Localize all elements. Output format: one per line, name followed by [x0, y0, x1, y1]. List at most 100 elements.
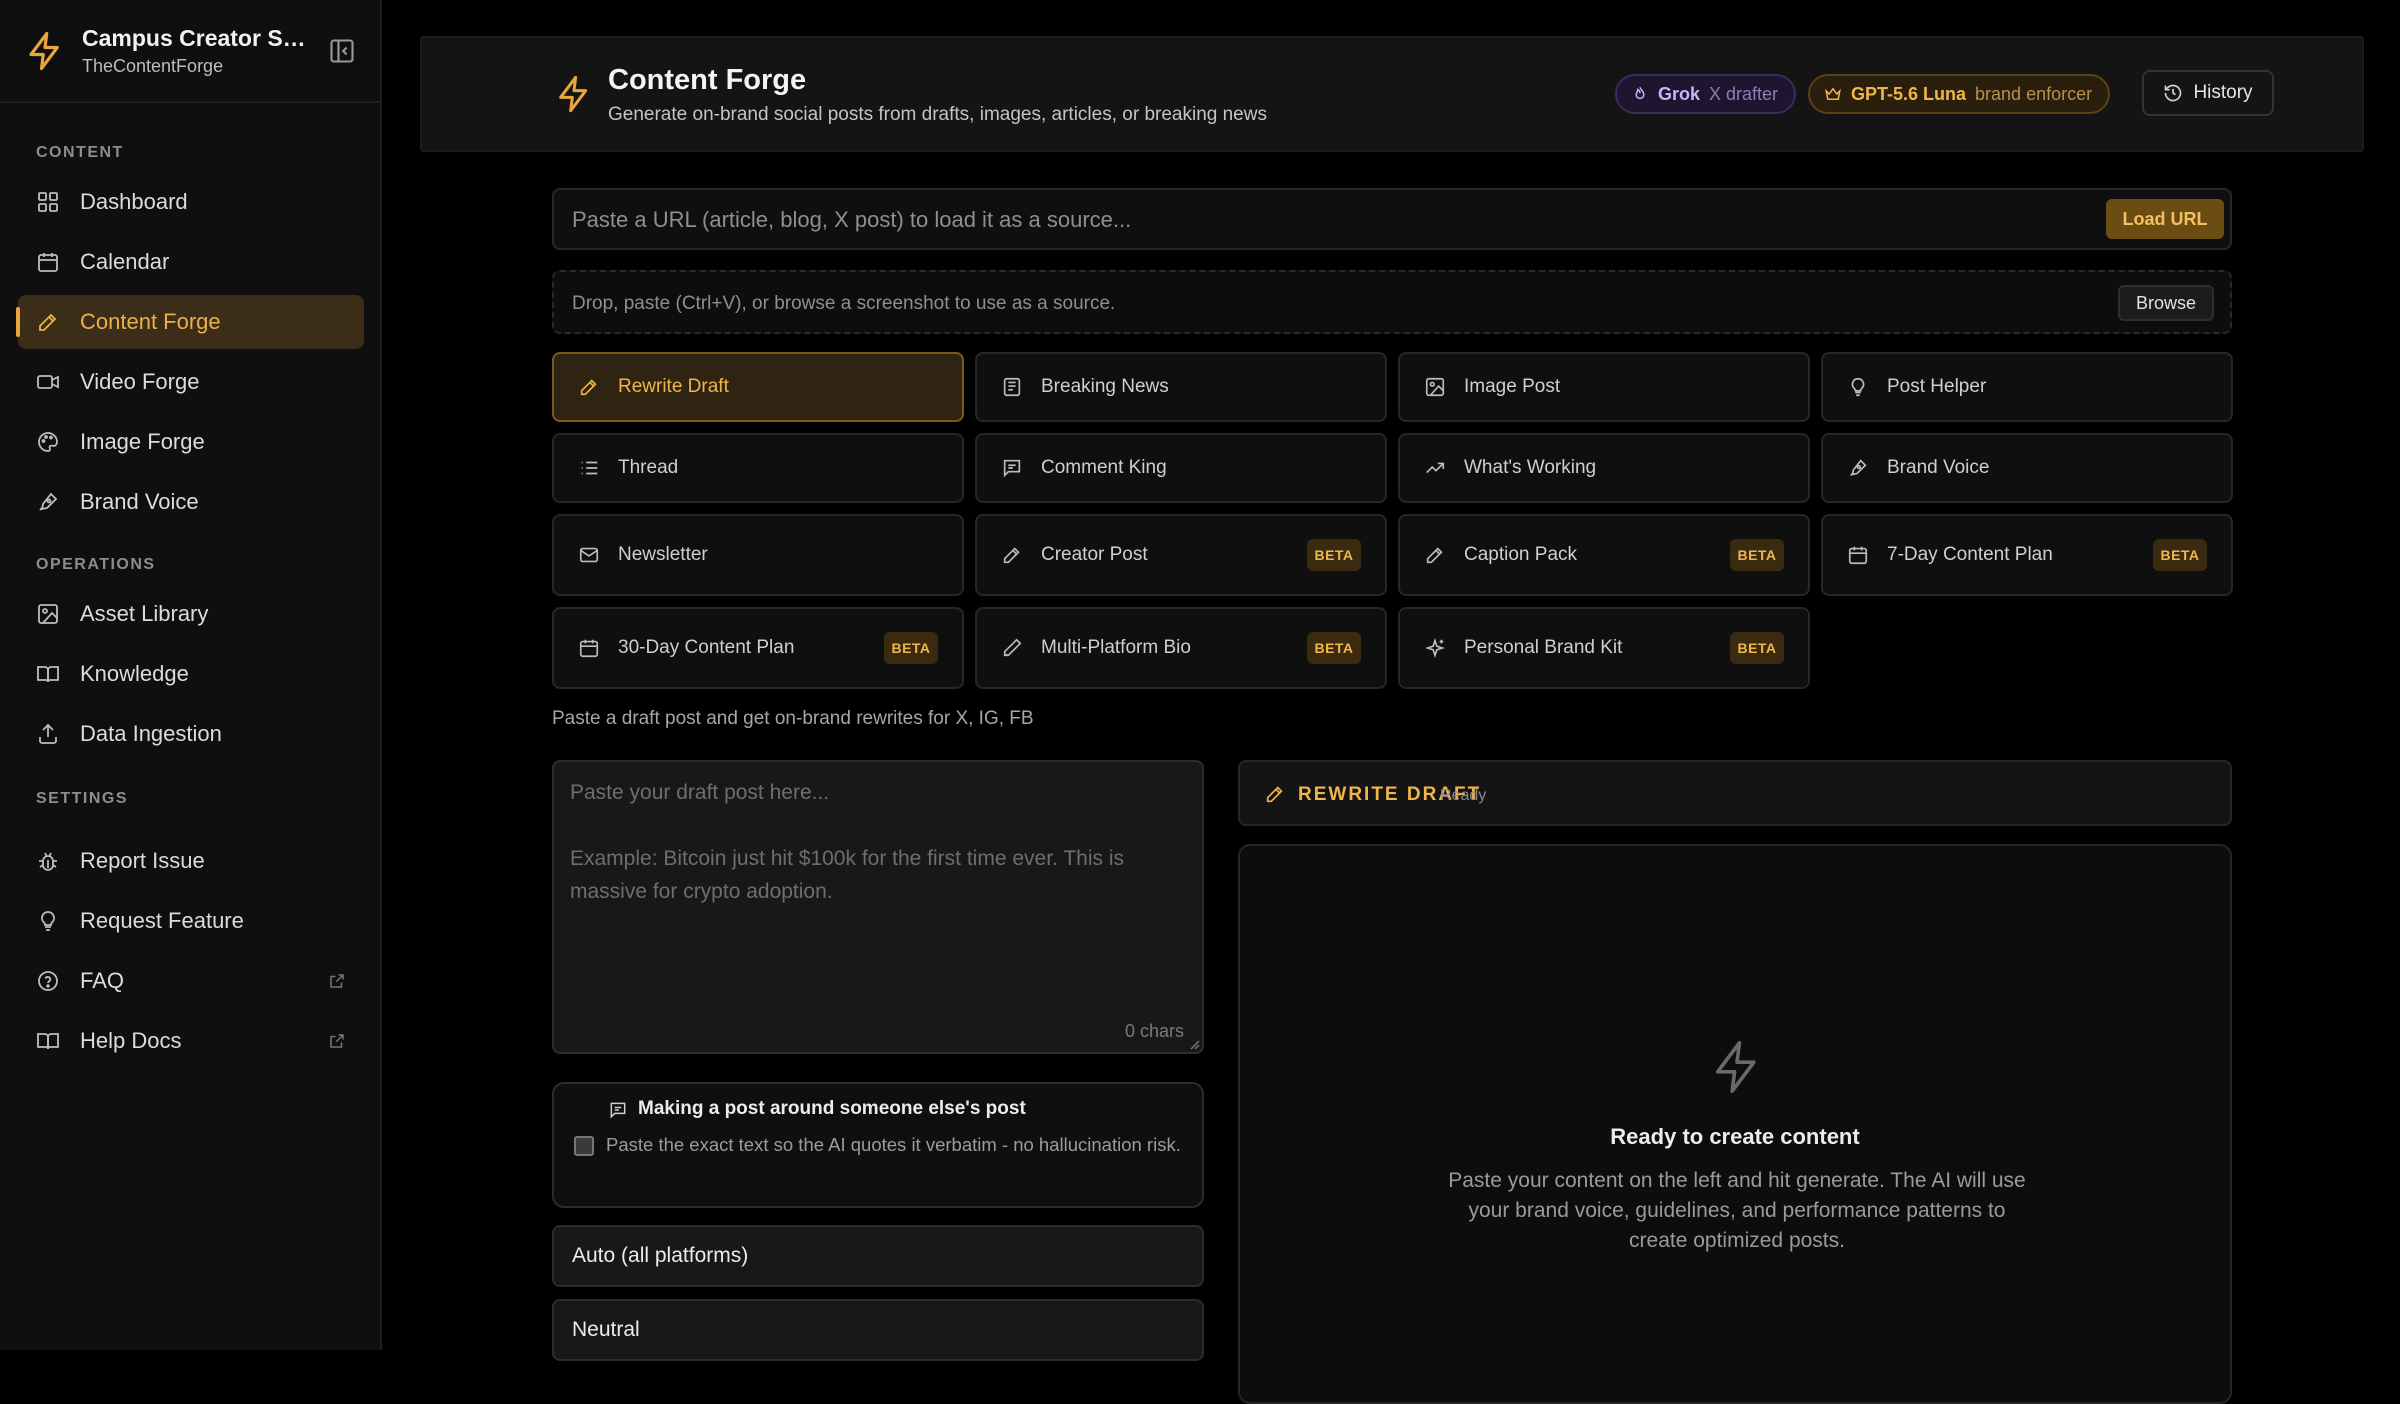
- url-source-bar: Load URL: [552, 188, 2232, 250]
- sidebar-item-video-forge[interactable]: Video Forge: [18, 355, 364, 409]
- sidebar-item-request-feature[interactable]: Request Feature: [18, 894, 364, 948]
- list-icon: [581, 461, 598, 475]
- sidebar-item-label: Data Ingestion: [80, 721, 222, 746]
- platform-select[interactable]: Auto (all platforms): [552, 1225, 1204, 1287]
- tool-whats-working[interactable]: What's Working: [1398, 433, 1810, 503]
- bug-icon: [39, 852, 57, 871]
- sidebar-item-label: Help Docs: [80, 1028, 182, 1053]
- workspace-header[interactable]: Campus Creator Stu... TheContentForge: [0, 0, 380, 103]
- browse-button[interactable]: Browse: [2118, 285, 2214, 321]
- url-input[interactable]: [572, 202, 2072, 238]
- sidebar-item-calendar[interactable]: Calendar: [18, 235, 364, 289]
- pencil-icon: [1266, 786, 1283, 803]
- sidebar-item-label: Knowledge: [80, 661, 189, 686]
- video-icon: [37, 375, 59, 389]
- book-icon: [37, 666, 59, 683]
- sidebar-item-label: Video Forge: [80, 369, 200, 394]
- tool-breaking-news[interactable]: Breaking News: [975, 352, 1387, 422]
- tool-post-helper[interactable]: Post Helper: [1821, 352, 2233, 422]
- empty-state-description: Paste your content on the left and hit g…: [1448, 1169, 2026, 1252]
- pen-icon: [1003, 638, 1022, 657]
- sidebar-item-data-ingestion[interactable]: Data Ingestion: [18, 707, 364, 761]
- sidebar-item-report-issue[interactable]: Report Issue: [18, 834, 364, 888]
- beta-badge: BETA: [1307, 632, 1361, 664]
- newspaper-icon: [1003, 377, 1021, 397]
- tool-label: What's Working: [1464, 457, 1597, 478]
- section-label-operations: OPERATIONS: [36, 556, 156, 573]
- history-label: History: [2193, 82, 2253, 103]
- mail-icon: [579, 547, 599, 563]
- screenshot-drop-zone[interactable]: Drop, paste (Ctrl+V), or browse a screen…: [552, 270, 2232, 334]
- drop-zone-text: Drop, paste (Ctrl+V), or browse a screen…: [572, 293, 1116, 314]
- beta-badge: BETA: [1730, 632, 1784, 664]
- sidebar-item-label: Report Issue: [80, 848, 205, 873]
- tool-label: Rewrite Draft: [618, 376, 729, 397]
- quote-post-checkbox[interactable]: [574, 1136, 594, 1156]
- sidebar-item-label: Content Forge: [80, 309, 221, 334]
- sidebar-item-asset-library[interactable]: Asset Library: [18, 587, 364, 641]
- tool-label: 7-Day Content Plan: [1887, 544, 2053, 565]
- external-link-icon: [330, 974, 344, 988]
- quote-post-option[interactable]: Making a post around someone else's post…: [552, 1082, 1204, 1208]
- dashboard-icon: [38, 192, 58, 212]
- lightbulb-icon: [1851, 377, 1865, 397]
- pen-nib-icon: [1850, 459, 1867, 476]
- tool-label: Breaking News: [1041, 376, 1169, 397]
- history-button[interactable]: History: [2142, 70, 2274, 116]
- tool-thread[interactable]: Thread: [552, 433, 964, 503]
- gpt-model-badge: GPT-5.6 Luna brand enforcer: [1808, 74, 2111, 114]
- grok-model-role: X drafter: [1709, 83, 1779, 104]
- sidebar-item-knowledge[interactable]: Knowledge: [18, 647, 364, 701]
- tool-rewrite-draft[interactable]: Rewrite Draft: [552, 352, 964, 422]
- sidebar-item-brand-voice[interactable]: Brand Voice: [18, 475, 364, 529]
- quote-post-description: Paste the exact text so the AI quotes it…: [606, 1134, 1181, 1155]
- book-icon: [37, 1033, 59, 1050]
- sidebar-item-help-docs[interactable]: Help Docs: [18, 1014, 364, 1068]
- tool-label: Image Post: [1464, 376, 1561, 397]
- tool-brand-voice[interactable]: Brand Voice: [1821, 433, 2233, 503]
- history-icon: [2165, 84, 2182, 102]
- load-url-button[interactable]: Load URL: [2106, 199, 2224, 239]
- calendar-icon: [1848, 546, 1868, 565]
- sidebar-item-dashboard[interactable]: Dashboard: [18, 175, 364, 229]
- main-content: Content Forge Generate on-brand social p…: [382, 0, 2400, 1404]
- tool-caption-pack[interactable]: Caption Pack BETA: [1398, 514, 1810, 596]
- grok-model-badge: Grok X drafter: [1615, 74, 1797, 114]
- beta-badge: BETA: [884, 632, 938, 664]
- tool-image-post[interactable]: Image Post: [1398, 352, 1810, 422]
- sidebar-item-content-forge[interactable]: Content Forge: [16, 295, 364, 349]
- tool-label: Personal Brand Kit: [1464, 637, 1623, 658]
- tool-label: Post Helper: [1887, 376, 1987, 397]
- tool-label: Caption Pack: [1464, 544, 1578, 565]
- collapse-sidebar-icon[interactable]: [328, 37, 356, 65]
- tool-newsletter[interactable]: Newsletter: [552, 514, 964, 596]
- tool-30-day-content-plan[interactable]: 30-Day Content Plan BETA: [552, 607, 964, 689]
- char-counter: 0 chars: [1124, 1021, 1184, 1041]
- tool-multi-platform-bio[interactable]: Multi-Platform Bio BETA: [975, 607, 1387, 689]
- page-title: Content Forge: [608, 64, 807, 96]
- output-status: Ready: [1440, 787, 1487, 804]
- sidebar-item-faq[interactable]: FAQ: [18, 954, 364, 1008]
- lightning-icon: [1715, 1041, 1756, 1093]
- sidebar-item-label: Asset Library: [80, 601, 209, 626]
- tool-personal-brand-kit[interactable]: Personal Brand Kit BETA: [1398, 607, 1810, 689]
- image-icon: [1425, 377, 1445, 397]
- tool-label: Newsletter: [618, 544, 708, 565]
- tool-7-day-content-plan[interactable]: 7-Day Content Plan BETA: [1821, 514, 2233, 596]
- resize-grip-icon[interactable]: [1186, 1036, 1200, 1050]
- output-panel: Ready to create content Paste your conte…: [1238, 844, 2232, 1404]
- sidebar-item-label: Brand Voice: [80, 489, 199, 514]
- sidebar-item-label: Request Feature: [80, 908, 244, 933]
- beta-badge: BETA: [1730, 539, 1784, 571]
- tool-label: Multi-Platform Bio: [1041, 637, 1191, 658]
- pencil-icon: [1003, 547, 1020, 564]
- lightning-icon: [29, 31, 59, 70]
- tool-comment-king[interactable]: Comment King: [975, 433, 1387, 503]
- tool-creator-post[interactable]: Creator Post BETA: [975, 514, 1387, 596]
- sidebar-item-image-forge[interactable]: Image Forge: [18, 415, 364, 469]
- sidebar-item-label: FAQ: [80, 968, 125, 993]
- tool-description: Paste a draft post and get on-brand rewr…: [552, 708, 1034, 729]
- tone-select[interactable]: Neutral: [552, 1299, 1204, 1361]
- help-circle-icon: [38, 971, 58, 991]
- draft-input[interactable]: [570, 776, 1190, 1016]
